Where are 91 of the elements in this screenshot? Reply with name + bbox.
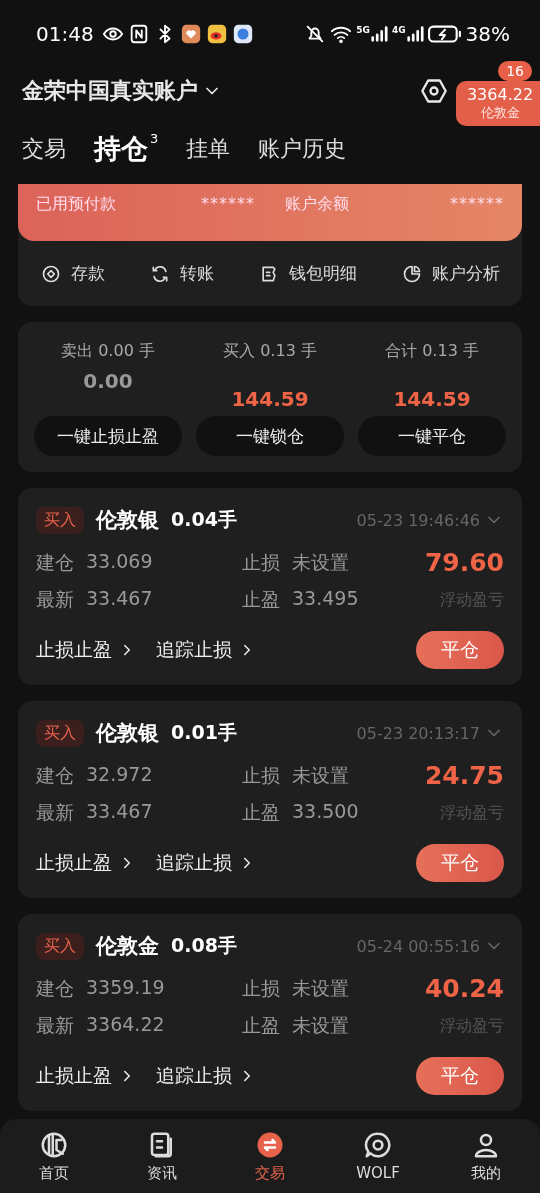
lot-size: 0.01手 bbox=[171, 720, 237, 745]
signal-icon bbox=[405, 25, 424, 43]
notification-badge: 16 bbox=[498, 61, 532, 81]
profit-value: 24.75 bbox=[424, 761, 504, 790]
lot-size: 0.08手 bbox=[171, 933, 237, 958]
price-tag[interactable]: 3364.22 伦敦金 bbox=[456, 81, 540, 126]
action-button[interactable]: 存款 bbox=[40, 262, 105, 285]
profit-value: 79.60 bbox=[424, 548, 504, 577]
side-tag: 买入 bbox=[36, 506, 84, 534]
link-button[interactable]: 追踪止损 bbox=[156, 850, 256, 876]
field-value: 33.467 bbox=[86, 800, 153, 824]
open-time: 05-23 20:13:17 bbox=[356, 723, 480, 743]
field-label: 最新 bbox=[36, 587, 74, 612]
nav-item[interactable]: 资讯 bbox=[122, 1129, 202, 1183]
banner-label: 已用预付款 bbox=[36, 194, 116, 215]
link-button[interactable]: 止损止盈 bbox=[36, 637, 136, 663]
nav-item[interactable]: 首页 bbox=[14, 1129, 94, 1183]
link-button[interactable]: 追踪止损 bbox=[156, 1063, 256, 1089]
pie-chart-icon bbox=[401, 263, 422, 284]
battery-percent: 38% bbox=[465, 22, 510, 46]
nav-item[interactable]: WOLF bbox=[338, 1130, 418, 1182]
link-button[interactable]: 止损止盈 bbox=[36, 850, 136, 876]
field-value: 33.467 bbox=[86, 587, 153, 611]
field-value: 未设置 bbox=[292, 549, 349, 575]
network-label: 5G bbox=[356, 25, 370, 35]
symbol-name: 伦敦银 bbox=[96, 507, 159, 534]
symbol-name: 伦敦银 bbox=[96, 720, 159, 747]
summary-label: 卖出 0.00 手 bbox=[61, 340, 155, 362]
price-symbol: 伦敦金 bbox=[480, 104, 520, 122]
close-position-button[interactable]: 平仓 bbox=[416, 1057, 504, 1095]
side-tag: 买入 bbox=[36, 932, 84, 960]
link-button[interactable]: 止损止盈 bbox=[36, 1063, 136, 1089]
field-label: 止损 bbox=[242, 549, 280, 575]
field-label: 止盈 bbox=[242, 587, 280, 612]
tab[interactable]: 挂单 bbox=[186, 134, 231, 164]
tab[interactable]: 账户历史 bbox=[258, 134, 347, 164]
field-label: 建仓 bbox=[36, 762, 74, 788]
symbol-name: 伦敦金 bbox=[96, 933, 159, 960]
field-value: 33.495 bbox=[292, 587, 359, 611]
field-value: 3364.22 bbox=[86, 1013, 165, 1037]
heart-app-icon bbox=[179, 23, 202, 45]
field-label: 止损 bbox=[242, 762, 280, 788]
signal-icon bbox=[369, 25, 388, 43]
open-time: 05-23 19:46:46 bbox=[356, 510, 480, 530]
battery-icon bbox=[427, 24, 462, 44]
hexagon-settings-icon[interactable] bbox=[420, 77, 448, 105]
quick-action-button[interactable]: 一键止损止盈 bbox=[34, 416, 182, 456]
account-selector[interactable]: 金荣中国真实账户 bbox=[22, 76, 222, 106]
profit-value: 40.24 bbox=[424, 974, 504, 1003]
price-value: 3364.22 bbox=[466, 85, 534, 104]
field-label: 建仓 bbox=[36, 549, 74, 575]
network-label: 4G bbox=[391, 25, 406, 35]
eye-app-icon bbox=[205, 23, 228, 45]
summary-label: 合计 0.13 手 bbox=[385, 340, 479, 362]
field-value: 33.069 bbox=[86, 549, 153, 574]
link-button[interactable]: 追踪止损 bbox=[156, 637, 256, 663]
chat-bubble-icon bbox=[363, 1130, 393, 1160]
clock-time: 01:48 bbox=[36, 22, 94, 46]
close-position-button[interactable]: 平仓 bbox=[416, 844, 504, 882]
quick-action-button[interactable]: 一键锁仓 bbox=[196, 416, 344, 456]
field-label: 建仓 bbox=[36, 975, 74, 1001]
field-value: 未设置 bbox=[292, 1013, 349, 1038]
field-value: 未设置 bbox=[292, 975, 349, 1001]
masked-value: ****** bbox=[450, 194, 504, 215]
globe-app-icon bbox=[231, 23, 254, 45]
open-time: 05-24 00:55:16 bbox=[356, 936, 480, 956]
field-value: 32.972 bbox=[86, 762, 153, 787]
side-tag: 买入 bbox=[36, 719, 84, 747]
field-label: 止损 bbox=[242, 975, 280, 1001]
summary-value: 0.00 bbox=[83, 368, 133, 394]
lot-size: 0.04手 bbox=[171, 507, 237, 532]
tab[interactable]: 持仓$^{3}$ bbox=[94, 131, 159, 167]
field-value: 33.500 bbox=[292, 800, 359, 824]
field-label: 止盈 bbox=[242, 800, 280, 825]
banner-label: 账户余额 bbox=[285, 194, 349, 215]
nav-item[interactable]: 我的 bbox=[446, 1129, 526, 1183]
field-value: 3359.19 bbox=[86, 975, 165, 1000]
action-button[interactable]: 转账 bbox=[149, 262, 214, 285]
masked-value: ****** bbox=[201, 194, 255, 215]
close-position-button[interactable]: 平仓 bbox=[416, 631, 504, 669]
action-button[interactable]: 钱包明细 bbox=[258, 262, 357, 285]
nav-item[interactable]: 交易 bbox=[230, 1129, 310, 1183]
coin-icon bbox=[40, 263, 61, 284]
field-label: 止盈 bbox=[242, 1013, 280, 1038]
tab[interactable]: 交易 bbox=[22, 134, 66, 164]
quick-action-button[interactable]: 一键平仓 bbox=[358, 416, 506, 456]
action-button[interactable]: 账户分析 bbox=[401, 262, 500, 285]
summary-label: 买入 0.13 手 bbox=[223, 340, 317, 362]
field-label: 最新 bbox=[36, 800, 74, 825]
field-value: 未设置 bbox=[292, 762, 349, 788]
field-label: 最新 bbox=[36, 1013, 74, 1038]
